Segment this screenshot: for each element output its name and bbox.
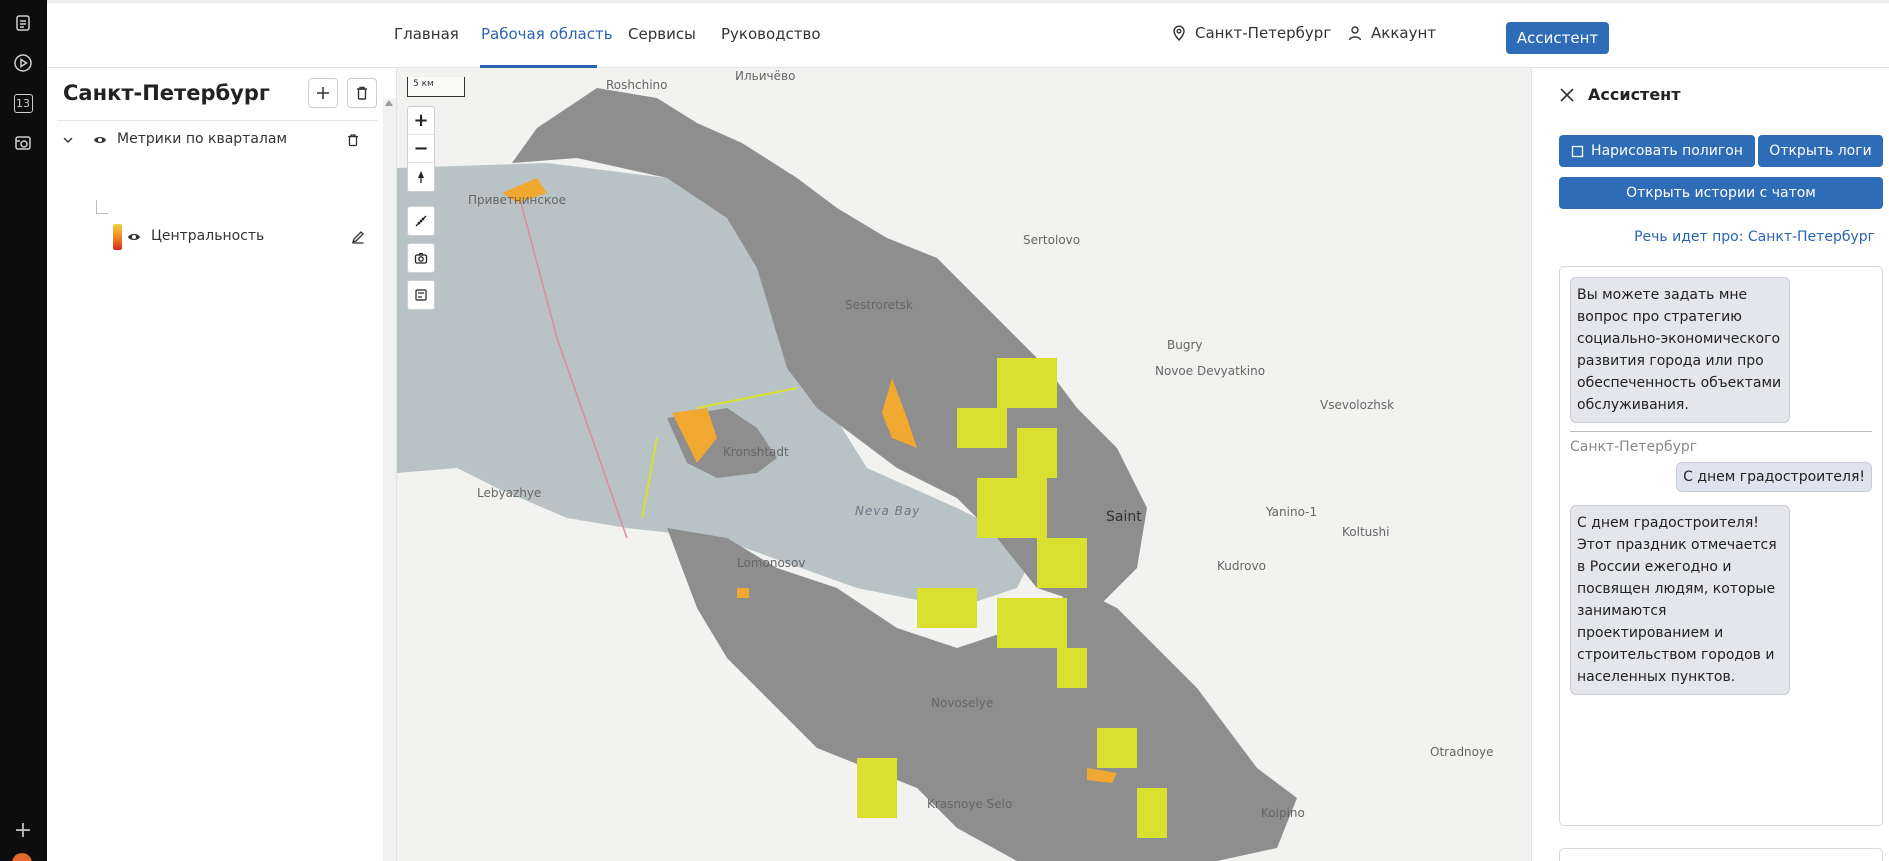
calendar-13-icon[interactable]: 13: [12, 92, 34, 114]
place-label: Kronshtadt: [723, 445, 789, 459]
layer-label: Центральность: [151, 228, 265, 244]
trash-icon[interactable]: [346, 133, 360, 147]
place-label: Sertolovo: [1023, 233, 1081, 247]
place-label: Krasnoye Selo: [927, 797, 1013, 811]
draw-polygon-button[interactable]: Нарисовать полигон: [1559, 135, 1755, 167]
place-label: Otradnoye: [1430, 745, 1494, 759]
place-label: Bugry: [1167, 338, 1203, 352]
account-link[interactable]: Аккаунт: [1347, 24, 1436, 42]
place-label: Lomonosov: [737, 556, 806, 570]
avatar[interactable]: [12, 853, 32, 861]
legend-tool: [407, 280, 435, 310]
account-label: Аккаунт: [1371, 24, 1436, 42]
measure-tool: [407, 206, 435, 236]
place-label: Kolpino: [1261, 806, 1305, 820]
draw-polygon-label: Нарисовать полигон: [1591, 143, 1743, 159]
delete-project-button[interactable]: [347, 78, 377, 108]
assistant-button[interactable]: Ассистент: [1506, 22, 1609, 54]
zoom-in-button[interactable]: +: [408, 107, 434, 135]
layer-group-row[interactable]: Метрики по кварталам: [47, 128, 377, 152]
calendar-badge: 13: [13, 93, 33, 113]
zoom-controls: + −: [407, 106, 435, 192]
place-label: Saint: [1106, 509, 1142, 525]
screenshot-button[interactable]: [408, 244, 434, 272]
trash-icon: [357, 86, 367, 100]
legend-button[interactable]: [408, 281, 434, 309]
assistant-panel: Ассистент Нарисовать полигон Открыть лог…: [1531, 68, 1889, 861]
user-icon: [1348, 26, 1362, 41]
layers-scrollbar[interactable]: [383, 98, 396, 861]
layer-group-label: Метрики по кварталам: [117, 131, 288, 147]
polygon-icon: [1571, 145, 1584, 157]
tab-services[interactable]: Сервисы: [628, 25, 696, 43]
app-sidebar-rail: 13 +: [0, 0, 47, 861]
eye-icon[interactable]: [127, 230, 141, 244]
top-navigation: Главная Рабочая область Сервисы Руководс…: [47, 0, 1889, 68]
camera-icon: [414, 252, 428, 264]
place-label: Lebyazhye: [477, 486, 542, 500]
edit-pencil-icon[interactable]: [351, 230, 365, 244]
compass-button[interactable]: [408, 163, 434, 191]
place-label: Novoselye: [931, 696, 994, 710]
assistant-message: С днем градостроителя! Этот праздник отм…: [1570, 505, 1790, 695]
camera-box-icon[interactable]: [12, 132, 34, 154]
location-selector[interactable]: Санкт-Петербург: [1171, 24, 1331, 42]
ruler-button[interactable]: [408, 207, 434, 235]
chat-input[interactable]: [1559, 848, 1883, 861]
place-label: Sestroretsk: [845, 298, 913, 312]
place-label: Koltushi: [1342, 525, 1390, 539]
ruler-icon: [415, 215, 427, 227]
chat-history[interactable]: Вы можете задать мне вопрос про стратеги…: [1559, 266, 1883, 826]
eye-icon[interactable]: [93, 133, 107, 147]
place-label: Yanino-1: [1266, 505, 1318, 519]
place-label: Ильичёво: [735, 69, 796, 83]
layer-row[interactable]: Центральность: [47, 225, 377, 249]
map-view[interactable]: 5 км + − Roshchino Ильичёво Приветнинско…: [397, 68, 1531, 861]
assistant-title: Ассистент: [1588, 85, 1681, 104]
tab-home[interactable]: Главная: [394, 25, 459, 43]
location-label: Санкт-Петербург: [1195, 24, 1332, 42]
compass-north-icon: [418, 171, 424, 183]
layers-panel: Санкт-Петербург Метрики по кварталам Цен…: [47, 68, 397, 861]
chat-topic: Речь идет про: Санкт-Петербург: [1634, 229, 1875, 245]
add-icon[interactable]: +: [12, 820, 34, 842]
play-icon[interactable]: [12, 52, 34, 74]
map-canvas: [397, 88, 1297, 861]
open-history-button[interactable]: Открыть истории с чатом: [1559, 177, 1883, 209]
tab-workspace[interactable]: Рабочая область: [481, 25, 613, 43]
plus-icon: [317, 87, 329, 99]
chat-divider: [1570, 431, 1872, 432]
user-message: С днем градостроителя!: [1676, 462, 1872, 492]
place-label: Novoe Devyatkino: [1155, 364, 1266, 378]
open-logs-button[interactable]: Открыть логи: [1758, 135, 1883, 167]
assistant-header: Ассистент: [1532, 68, 1889, 124]
location-pin-icon: [1173, 25, 1185, 41]
map-scale: 5 км: [407, 77, 465, 97]
water-label: Neva Bay: [855, 504, 921, 518]
tab-guide[interactable]: Руководство: [721, 25, 821, 43]
tree-connector: [96, 200, 108, 214]
place-label: Kudrovo: [1217, 559, 1266, 573]
message-sender: Санкт-Петербург: [1570, 439, 1698, 455]
legend-icon: [415, 289, 427, 301]
place-label: Roshchino: [606, 78, 668, 92]
project-title: Санкт-Петербург: [63, 81, 270, 105]
add-layer-button[interactable]: [308, 78, 338, 108]
screenshot-tool: [407, 243, 435, 273]
place-label: Vsevolozhsk: [1320, 398, 1395, 412]
assistant-message: Вы можете задать мне вопрос про стратеги…: [1570, 277, 1790, 423]
place-label: Приветнинское: [468, 193, 566, 207]
zoom-out-button[interactable]: −: [408, 135, 434, 163]
layers-divider: [57, 120, 378, 121]
chevron-down-icon[interactable]: [61, 133, 75, 147]
document-icon[interactable]: [12, 12, 34, 34]
close-icon[interactable]: [1558, 86, 1576, 104]
